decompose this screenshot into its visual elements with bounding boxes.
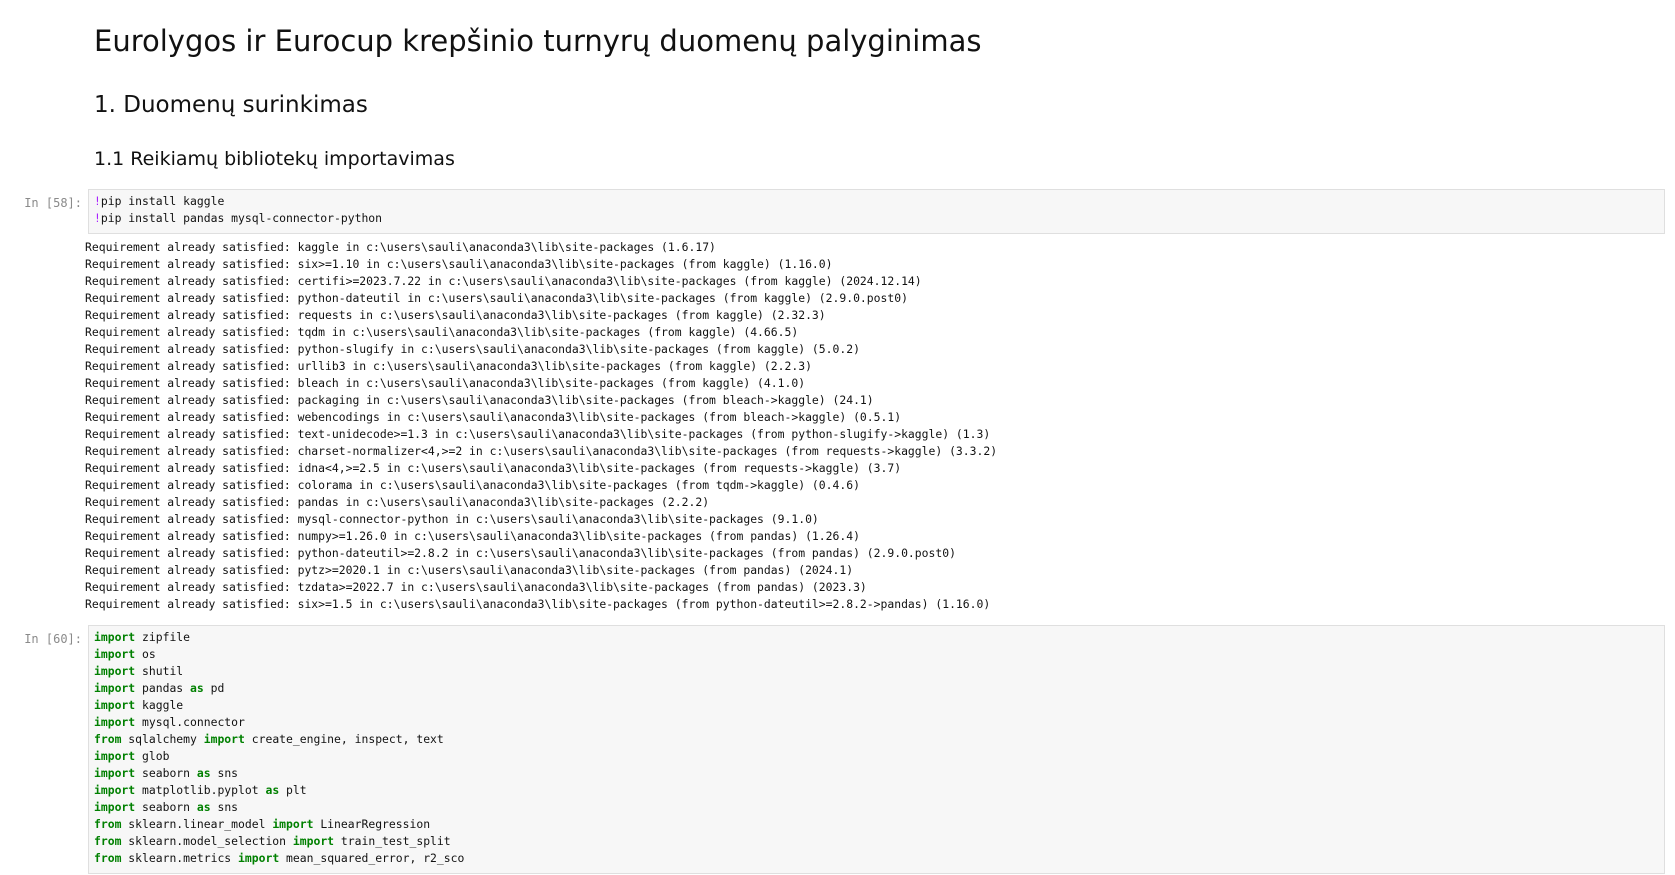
code-line: import zipfile — [94, 629, 1659, 646]
output-line: Requirement already satisfied: idna<4,>=… — [85, 461, 902, 475]
output-line: Requirement already satisfied: six>=1.5 … — [85, 597, 991, 611]
code-keyword: import — [94, 698, 136, 712]
code-keyword: import — [238, 851, 280, 865]
cell-60-input[interactable]: import zipfile import os import shutil impo… — [88, 625, 1665, 874]
code-keyword: import — [94, 783, 136, 797]
code-text: plt — [279, 783, 307, 797]
shell-bang: ! — [94, 211, 101, 225]
code-text: sns — [210, 800, 239, 814]
code-text: zipfile — [135, 630, 191, 644]
code-line: import seaborn as sns — [94, 799, 1659, 816]
code-keyword: as — [196, 800, 211, 814]
code-text: train_test_split — [334, 834, 451, 848]
code-line: import shutil — [94, 663, 1659, 680]
code-text: pip install kaggle — [100, 194, 225, 208]
cell-58-input[interactable]: !pip install kaggle !pip install pandas m… — [88, 189, 1665, 234]
code-keyword: import — [292, 834, 335, 848]
code-line: import matplotlib.pyplot as plt — [94, 782, 1659, 799]
code-keyword: import — [94, 766, 136, 780]
code-text: mysql.connector — [135, 715, 245, 729]
output-line: Requirement already satisfied: python-sl… — [85, 342, 860, 356]
output-line: Requirement already satisfied: six>=1.10… — [85, 257, 833, 271]
output-line: Requirement already satisfied: pandas in… — [85, 495, 710, 509]
output-line: Requirement already satisfied: kaggle in… — [85, 240, 716, 254]
notebook-title: Eurolygos ir Eurocup krepšinio turnyrų d… — [94, 24, 982, 58]
output-line: Requirement already satisfied: charset-n… — [85, 444, 998, 458]
output-line: Requirement already satisfied: certifi>=… — [85, 274, 922, 288]
output-line: Requirement already satisfied: tzdata>=2… — [85, 580, 867, 594]
code-line: import pandas as pd — [94, 680, 1659, 697]
code-keyword: from — [94, 732, 122, 746]
code-keyword: import — [94, 715, 136, 729]
code-line: from sklearn.linear_model import LinearR… — [94, 816, 1659, 833]
code-text: os — [135, 647, 156, 661]
code-line: import kaggle — [94, 697, 1659, 714]
code-keyword: import — [94, 749, 136, 763]
cell-60-prompt: In [60]: — [24, 632, 82, 646]
code-keyword: import — [203, 732, 245, 746]
code-line: !pip install pandas mysql-connector-pyth… — [94, 210, 1659, 227]
output-line: Requirement already satisfied: colorama … — [85, 478, 860, 492]
code-text: shutil — [135, 664, 184, 678]
code-text: seaborn — [135, 800, 197, 814]
output-line: Requirement already satisfied: bleach in… — [85, 376, 806, 390]
output-line: Requirement already satisfied: python-da… — [85, 291, 908, 305]
code-keyword: from — [94, 851, 122, 865]
output-line: Requirement already satisfied: webencodi… — [85, 410, 902, 424]
code-text: matplotlib.pyplot — [135, 783, 266, 797]
code-text: seaborn — [135, 766, 197, 780]
code-text: mean_squared_error, r2_sco — [279, 851, 465, 865]
output-line: Requirement already satisfied: requests … — [85, 308, 826, 322]
section-heading-1: 1. Duomenų surinkimas — [94, 92, 368, 118]
code-text: kaggle — [135, 698, 184, 712]
code-text: sklearn.model_selection — [121, 834, 293, 848]
code-text: LinearRegression — [313, 817, 431, 831]
cell-60-code[interactable]: import zipfile import os import shutil impo… — [89, 626, 1664, 870]
code-text: pandas — [135, 681, 191, 695]
code-text: sklearn.metrics — [121, 851, 239, 865]
code-keyword: from — [94, 817, 122, 831]
code-line: from sqlalchemy import create_engine, in… — [94, 731, 1659, 748]
code-line: import mysql.connector — [94, 714, 1659, 731]
code-line: from sklearn.model_selection import trai… — [94, 833, 1659, 850]
cell-58-code[interactable]: !pip install kaggle !pip install pandas m… — [89, 190, 1664, 230]
code-keyword: import — [94, 681, 136, 695]
output-line: Requirement already satisfied: tqdm in c… — [85, 325, 799, 339]
code-keyword: as — [190, 681, 204, 695]
code-keyword: import — [94, 647, 136, 661]
cell-58-output: Requirement already satisfied: kaggle in… — [85, 239, 997, 613]
code-line: import glob — [94, 748, 1659, 765]
code-text: glob — [135, 749, 170, 763]
cell-58-prompt: In [58]: — [24, 196, 82, 210]
code-keyword: as — [265, 783, 280, 797]
code-line: import seaborn as sns — [94, 765, 1659, 782]
code-keyword: from — [94, 834, 122, 848]
output-line: Requirement already satisfied: packaging… — [85, 393, 874, 407]
output-line: Requirement already satisfied: urllib3 i… — [85, 359, 812, 373]
output-line: Requirement already satisfied: python-da… — [85, 546, 956, 560]
output-line: Requirement already satisfied: numpy>=1.… — [85, 529, 860, 543]
code-line: from sklearn.metrics import mean_squared… — [94, 850, 1659, 867]
code-line: !pip install kaggle — [94, 193, 1659, 210]
code-keyword: import — [94, 800, 136, 814]
code-keyword: as — [196, 766, 211, 780]
shell-bang: ! — [94, 194, 101, 208]
code-text: pd — [203, 681, 225, 695]
subsection-heading-1-1: 1.1 Reikiamų bibliotekų importavimas — [94, 148, 455, 170]
code-text: sklearn.linear_model — [121, 817, 273, 831]
code-text: pip install pandas mysql-connector-pytho… — [100, 211, 383, 225]
output-line: Requirement already satisfied: mysql-con… — [85, 512, 819, 526]
code-keyword: import — [94, 664, 136, 678]
code-text: sqlalchemy — [121, 732, 204, 746]
code-line: import os — [94, 646, 1659, 663]
code-keyword: import — [94, 630, 136, 644]
output-line: Requirement already satisfied: text-unid… — [85, 427, 991, 441]
output-line: Requirement already satisfied: pytz>=202… — [85, 563, 854, 577]
code-text: sns — [210, 766, 239, 780]
code-text: create_engine, inspect, text — [244, 732, 444, 746]
code-keyword: import — [272, 817, 314, 831]
